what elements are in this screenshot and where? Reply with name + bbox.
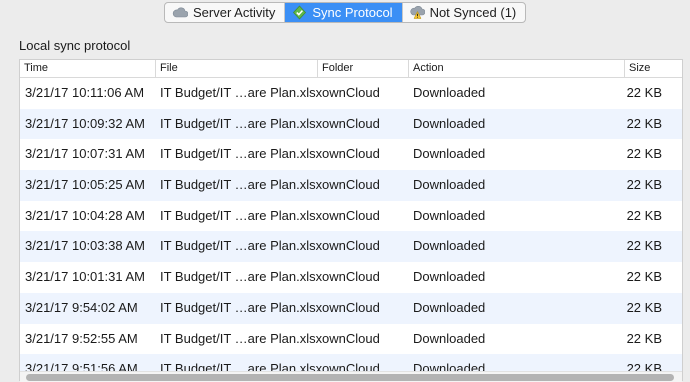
cell-time: 3/21/17 10:11:06 AM [25,85,145,100]
cell-folder: ownCloud [322,85,380,100]
column-header-folder[interactable]: Folder [317,60,408,77]
cell-folder: ownCloud [322,238,380,254]
cell-file: IT Budget/IT …are Plan.xlsx [160,177,323,193]
cell-file: IT Budget/IT …are Plan.xlsx [160,299,323,315]
sync-check-icon [292,5,307,20]
tab-bar: Server Activity Sync Protocol Not Synced… [164,2,527,23]
cell-folder: ownCloud [322,330,380,346]
cell-size: 22 KB [626,115,662,131]
table-row[interactable]: 3/21/17 10:11:06 AM IT Budget/IT …are Pla… [20,78,682,109]
cell-size: 22 KB [626,177,662,193]
cell-folder: ownCloud [322,299,380,315]
cell-time: 3/21/17 10:05:25 AM [25,177,145,193]
cell-size: 22 KB [626,238,662,254]
cell-size: 22 KB [626,330,662,346]
column-header-time[interactable]: Time [20,60,155,77]
table-row[interactable]: 3/21/17 9:52:55 AM IT Budget/IT …are Plan… [20,324,682,355]
cell-action: Downloaded [413,330,486,346]
cell-file: IT Budget/IT …are Plan.xlsx [160,85,323,100]
column-header-file[interactable]: File [155,60,317,77]
cell-action: Downloaded [413,299,486,315]
cell-folder: ownCloud [322,146,380,162]
tab-server-activity[interactable]: Server Activity [165,3,286,22]
cell-folder: ownCloud [322,115,380,131]
cell-size: 22 KB [626,269,662,285]
tab-label: Not Synced (1) [429,5,517,20]
cell-action: Downloaded [413,115,486,131]
table-row[interactable]: 3/21/17 10:07:31 AM IT Budget/IT …are Pla… [20,139,682,170]
table-row[interactable]: 3/21/17 9:54:02 AM IT Budget/IT …are Plan… [20,292,682,324]
cell-file: IT Budget/IT …are Plan.xlsx [160,146,323,162]
table-row[interactable]: 3/21/17 10:09:32 AM IT Budget/IT …are Pla… [20,108,682,140]
tab-label: Server Activity [193,5,276,20]
cell-folder: ownCloud [322,177,380,193]
table-row[interactable]: 3/21/17 10:05:25 AM IT Budget/IT …are Pla… [20,170,682,201]
sync-protocol-table: Time File Folder Action Size 3/21/17 10:… [19,59,683,381]
cell-action: Downloaded [413,85,486,100]
tab-not-synced[interactable]: Not Synced (1) [403,3,526,22]
cell-time: 3/21/17 10:07:31 AM [25,146,145,162]
cell-time: 3/21/17 10:03:38 AM [25,238,145,254]
cell-file: IT Budget/IT …are Plan.xlsx [160,269,323,285]
tab-sync-protocol[interactable]: Sync Protocol [285,3,403,22]
column-header-size[interactable]: Size [624,60,682,77]
scrollbar-thumb[interactable] [26,374,674,381]
tab-label: Sync Protocol [312,5,393,20]
cell-size: 22 KB [626,207,662,223]
cell-action: Downloaded [413,177,486,193]
column-header-action[interactable]: Action [408,60,624,77]
horizontal-scrollbar[interactable] [20,371,682,382]
cell-file: IT Budget/IT …are Plan.xlsx [160,238,323,254]
table-header: Time File Folder Action Size [20,60,682,78]
table-row[interactable]: 3/21/17 10:01:31 AM IT Budget/IT …are Pla… [20,262,682,293]
cell-time: 3/21/17 9:52:55 AM [25,330,138,346]
cloud-icon [172,7,188,18]
cloud-warning-icon [410,6,425,19]
cell-time: 3/21/17 10:04:28 AM [25,207,145,223]
cell-action: Downloaded [413,238,486,254]
cell-folder: ownCloud [322,269,380,285]
cell-time: 3/21/17 10:09:32 AM [25,115,145,131]
section-title: Local sync protocol [19,38,131,53]
cell-size: 22 KB [626,299,662,315]
cell-time: 3/21/17 9:54:02 AM [25,299,138,315]
cell-file: IT Budget/IT …are Plan.xlsx [160,207,323,223]
table-row[interactable]: 3/21/17 10:04:28 AM IT Budget/IT …are Pla… [20,201,682,232]
cell-action: Downloaded [413,269,486,285]
table-body: 3/21/17 10:11:06 AM IT Budget/IT …are Pla… [20,78,682,381]
cell-folder: ownCloud [322,207,380,223]
cell-size: 22 KB [626,85,662,100]
cell-file: IT Budget/IT …are Plan.xlsx [160,115,323,131]
cell-file: IT Budget/IT …are Plan.xlsx [160,330,323,346]
cell-time: 3/21/17 10:01:31 AM [25,269,145,285]
table-row[interactable]: 3/21/17 10:03:38 AM IT Budget/IT …are Pla… [20,231,682,263]
cell-size: 22 KB [626,146,662,162]
cell-action: Downloaded [413,207,486,223]
cell-action: Downloaded [413,146,486,162]
